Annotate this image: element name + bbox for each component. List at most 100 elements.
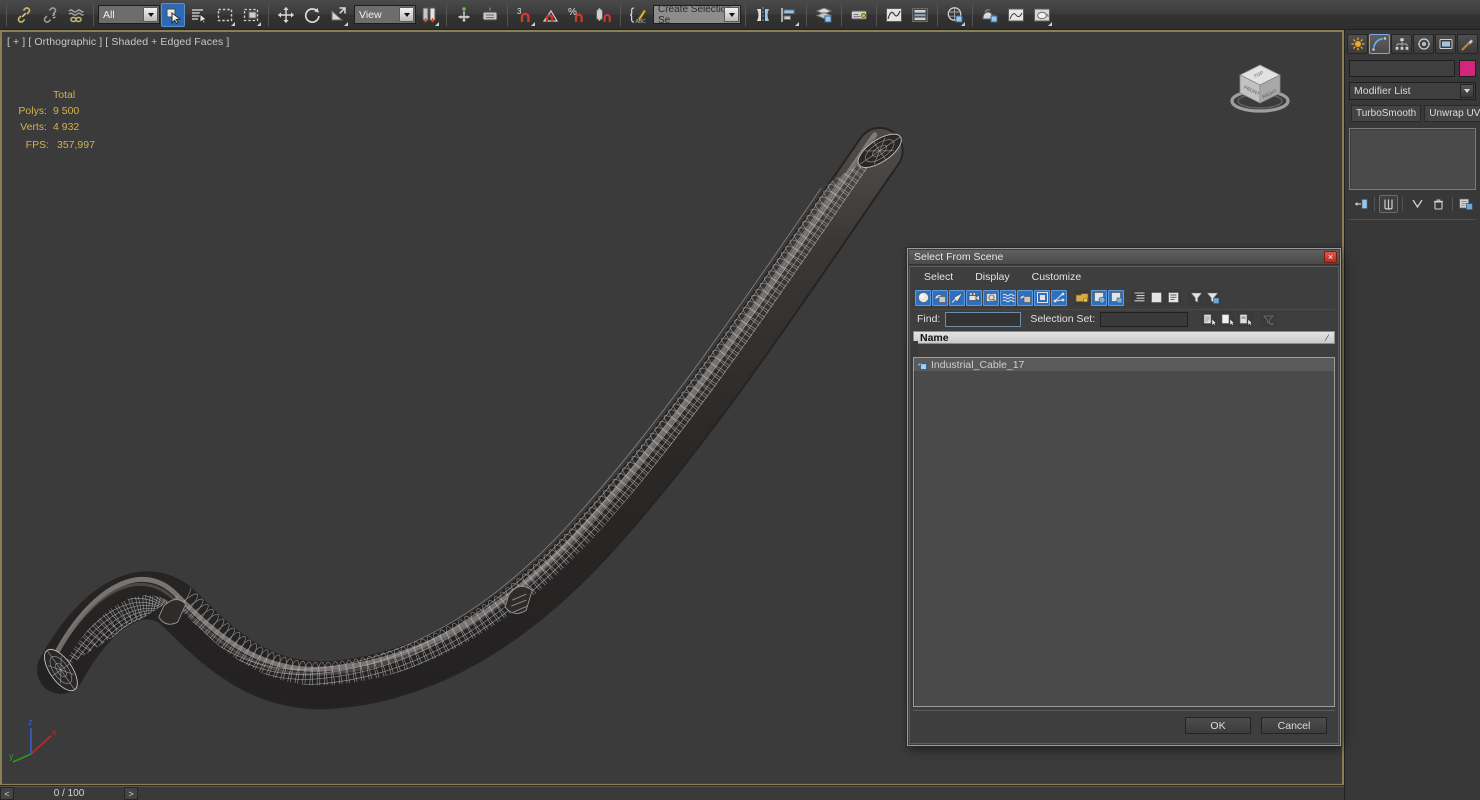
stats-polys-label: Polys:	[18, 105, 47, 117]
toolbar-divider	[1402, 197, 1404, 211]
angle-snap-toggle-icon[interactable]	[539, 3, 563, 27]
menu-customize[interactable]: Customize	[1032, 271, 1082, 283]
previous-frame-button[interactable]: <	[0, 787, 14, 800]
toolbar-divider	[806, 3, 807, 26]
display-containers-icon[interactable]	[1074, 289, 1090, 306]
fps-value: 357,997	[57, 139, 95, 151]
chevron-down-icon[interactable]	[143, 7, 158, 22]
unwrap-uvw-button[interactable]: Unwrap UVW	[1424, 105, 1480, 122]
next-frame-button[interactable]: >	[124, 787, 138, 800]
select-subtree-icon[interactable]	[1201, 311, 1218, 327]
menu-select[interactable]: Select	[924, 271, 953, 283]
display-tab[interactable]	[1435, 34, 1456, 54]
current-frame-field[interactable]: 0 / 100	[14, 788, 124, 799]
display-xrefs-icon[interactable]	[1034, 289, 1050, 306]
dialog-filter-toolbar	[913, 288, 1335, 307]
flyout-corner-icon	[231, 21, 235, 26]
toolbar-divider	[972, 3, 973, 26]
show-end-result-icon[interactable]	[1379, 195, 1399, 213]
keyboard-shortcut-override-toggle-icon[interactable]	[478, 3, 502, 27]
modifier-list-dropdown[interactable]: Modifier List	[1349, 82, 1476, 100]
selection-set-combo[interactable]	[1100, 311, 1189, 327]
utilities-tab[interactable]	[1457, 34, 1478, 54]
selection-filter-combo[interactable]: All	[98, 5, 160, 24]
toolbar-divider	[841, 3, 842, 26]
hierarchy-tab[interactable]	[1391, 34, 1412, 54]
scene-object-list[interactable]: Industrial_Cable_17	[913, 357, 1335, 707]
chevron-down-icon[interactable]	[399, 7, 414, 22]
object-color-swatch[interactable]	[1459, 60, 1476, 77]
display-groups-icon[interactable]	[1017, 289, 1033, 306]
viewcube-icon[interactable]: TOP FRONT RIGHT	[1223, 51, 1297, 125]
select-and-move-icon[interactable]	[274, 3, 298, 27]
select-link-icon[interactable]	[12, 3, 36, 27]
display-space-warps-icon[interactable]	[1000, 289, 1016, 306]
collapse-all-icon[interactable]	[1148, 289, 1164, 306]
align-icon[interactable]	[777, 3, 801, 27]
dialog-titlebar[interactable]: Select From Scene ×	[909, 250, 1339, 265]
rendered-frame-window-icon[interactable]	[1004, 3, 1028, 27]
select-and-rotate-icon[interactable]	[300, 3, 324, 27]
select-object-icon[interactable]	[161, 2, 185, 27]
chevron-down-icon[interactable]	[724, 7, 739, 22]
layer-explorer-icon[interactable]	[812, 3, 836, 27]
select-and-scale-icon[interactable]	[326, 3, 350, 27]
render-production-icon[interactable]	[1030, 3, 1054, 27]
search-input[interactable]	[945, 311, 1022, 327]
rectangular-selection-region-icon[interactable]	[213, 3, 237, 27]
remove-modifier-icon[interactable]	[1429, 195, 1448, 213]
pin-stack-icon[interactable]	[1351, 195, 1370, 213]
reference-coordinate-system-combo[interactable]: View	[354, 5, 416, 24]
display-lights-icon[interactable]	[949, 289, 965, 306]
curve-editor-icon[interactable]	[882, 3, 906, 27]
edit-named-selection-sets-icon[interactable]: ABC	[626, 3, 650, 27]
mirror-icon[interactable]	[751, 3, 775, 27]
display-bones-icon[interactable]	[1051, 289, 1067, 306]
window-crossing-toggle-icon[interactable]	[239, 3, 263, 27]
scene-object-row[interactable]: Industrial_Cable_17	[914, 358, 1334, 371]
display-geometry-icon[interactable]	[915, 289, 931, 306]
chevron-down-icon[interactable]	[1460, 84, 1474, 98]
motion-tab[interactable]	[1413, 34, 1434, 54]
filter-options-icon[interactable]	[1260, 311, 1277, 327]
display-influences-icon[interactable]	[1108, 289, 1124, 306]
menu-display[interactable]: Display	[975, 271, 1009, 283]
object-name-field[interactable]	[1349, 60, 1455, 77]
select-children-icon[interactable]	[1219, 311, 1236, 327]
svg-text:ABC: ABC	[636, 19, 647, 25]
unlink-selection-icon[interactable]	[38, 3, 62, 27]
use-pivot-point-center-icon[interactable]	[417, 3, 441, 27]
filter-icon[interactable]	[1188, 289, 1204, 306]
display-children-icon[interactable]	[1091, 289, 1107, 306]
configure-modifier-sets-icon[interactable]	[1457, 195, 1476, 213]
modify-tab[interactable]	[1369, 34, 1390, 54]
select-by-name-icon[interactable]	[187, 3, 211, 27]
create-tab[interactable]	[1347, 34, 1368, 54]
clear-filter-icon[interactable]	[1205, 289, 1221, 306]
material-editor-icon[interactable]	[943, 3, 967, 27]
select-influences-icon[interactable]	[1237, 311, 1254, 327]
toggle-ribbon-icon[interactable]	[847, 3, 871, 27]
close-icon[interactable]: ×	[1324, 251, 1337, 263]
display-shapes-icon[interactable]	[932, 289, 948, 306]
render-setup-icon[interactable]	[978, 3, 1002, 27]
percent-snap-toggle-icon[interactable]: %	[565, 3, 589, 27]
spinner-snap-toggle-icon[interactable]	[591, 3, 615, 27]
select-from-scene-dialog[interactable]: Select From Scene × Select Display Custo…	[907, 248, 1341, 746]
schematic-view-icon[interactable]	[908, 3, 932, 27]
list-column-header[interactable]: Name ⁄	[913, 331, 1335, 344]
turbosmooth-button[interactable]: TurboSmooth	[1351, 105, 1422, 122]
bind-to-space-warp-icon[interactable]	[64, 3, 88, 27]
modifier-stack-list[interactable]	[1349, 128, 1476, 190]
expand-selected-icon[interactable]	[1165, 289, 1181, 306]
cancel-button[interactable]: Cancel	[1261, 717, 1327, 734]
snaps-toggle-icon[interactable]: 3	[513, 3, 537, 27]
ok-button[interactable]: OK	[1185, 717, 1251, 734]
create-selection-set-combo[interactable]: Create Selection Se	[653, 4, 741, 26]
expand-all-icon[interactable]	[1131, 289, 1147, 306]
axis-label-y: y	[9, 751, 14, 761]
display-helpers-icon[interactable]	[983, 289, 999, 306]
select-and-manipulate-icon[interactable]	[452, 3, 476, 27]
make-unique-icon[interactable]	[1407, 195, 1426, 213]
display-cameras-icon[interactable]	[966, 289, 982, 306]
